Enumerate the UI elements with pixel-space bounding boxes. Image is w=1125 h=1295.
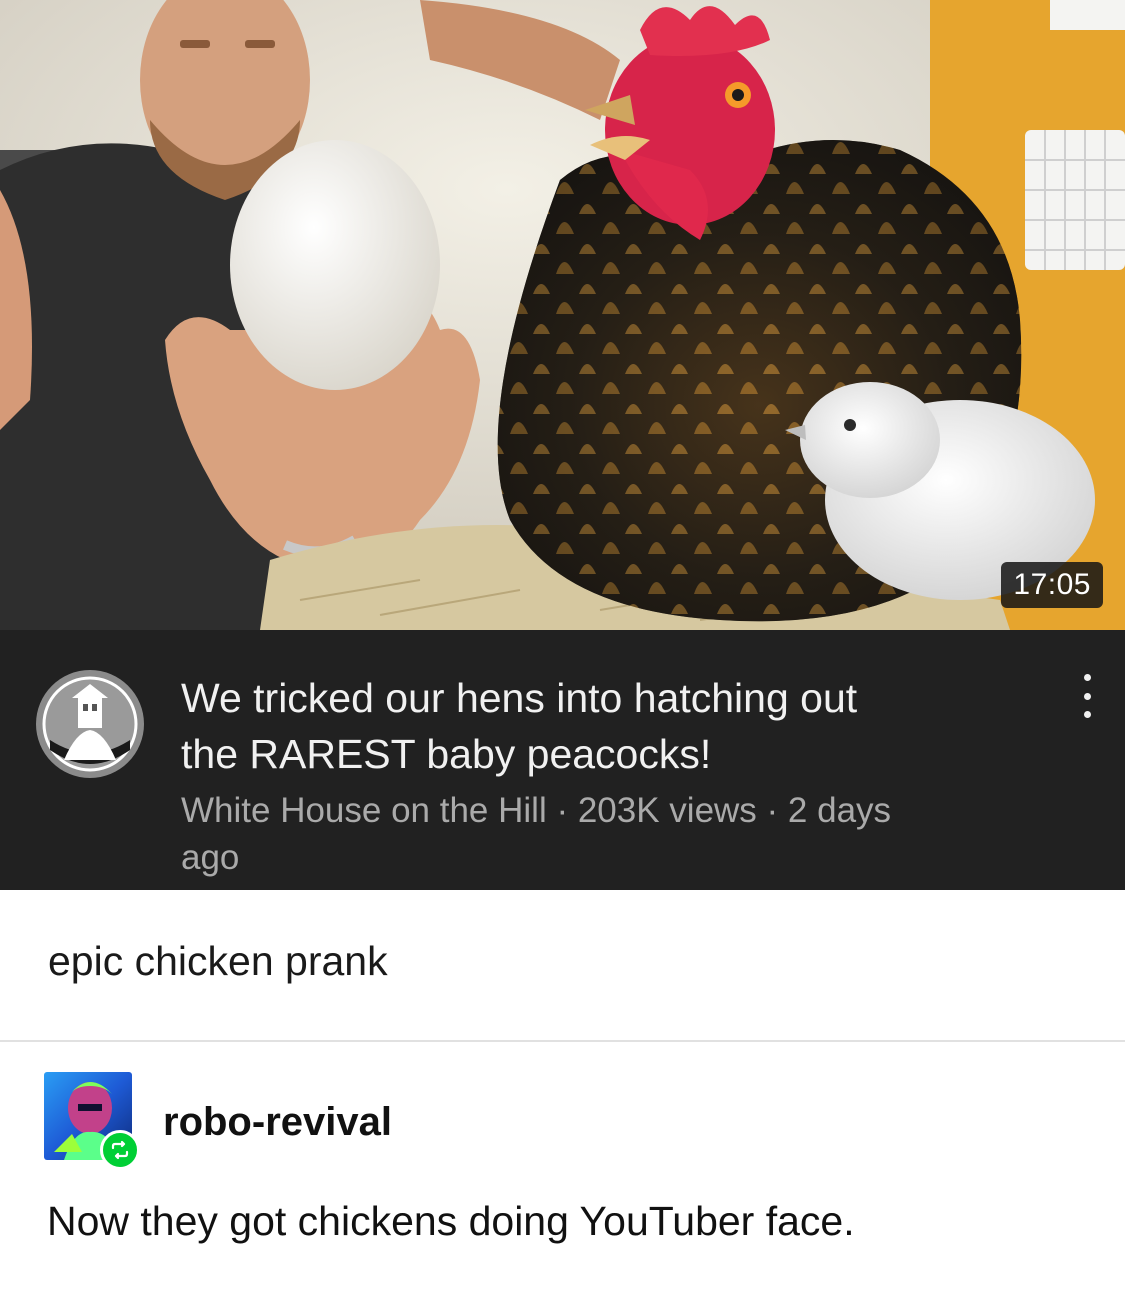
video-title-line-2: the RAREST baby peacocks! [181, 731, 712, 777]
divider [0, 1040, 1125, 1042]
video-thumbnail[interactable]: 17:05 [0, 0, 1125, 630]
video-meta: White House on the Hill · 203K views · 2… [181, 787, 1021, 881]
more-vertical-icon[interactable] [1077, 674, 1097, 718]
video-title[interactable]: We tricked our hens into hatching out th… [181, 670, 1021, 782]
reblogger-avatar-group[interactable] [44, 1072, 144, 1170]
more-dot [1083, 674, 1091, 681]
video-meta-line-1: White House on the Hill · 203K views · 2… [181, 791, 892, 830]
channel-avatar-icon[interactable] [36, 670, 144, 778]
post-caption: epic chicken prank [48, 938, 388, 984]
video-meta-line-2: ago [181, 838, 240, 877]
more-dot [1083, 692, 1091, 700]
reblogger-username[interactable]: robo-revival [163, 1100, 392, 1145]
video-title-line-1: We tricked our hens into hatching out [181, 675, 858, 721]
video-info: We tricked our hens into hatching out th… [0, 630, 1125, 890]
thumbnail-image [0, 0, 1125, 630]
reblog-comment: Now they got chickens doing YouTuber fac… [47, 1198, 855, 1244]
duration-badge: 17:05 [1001, 562, 1103, 608]
more-dot [1083, 711, 1091, 718]
reblog-icon [100, 1130, 140, 1170]
